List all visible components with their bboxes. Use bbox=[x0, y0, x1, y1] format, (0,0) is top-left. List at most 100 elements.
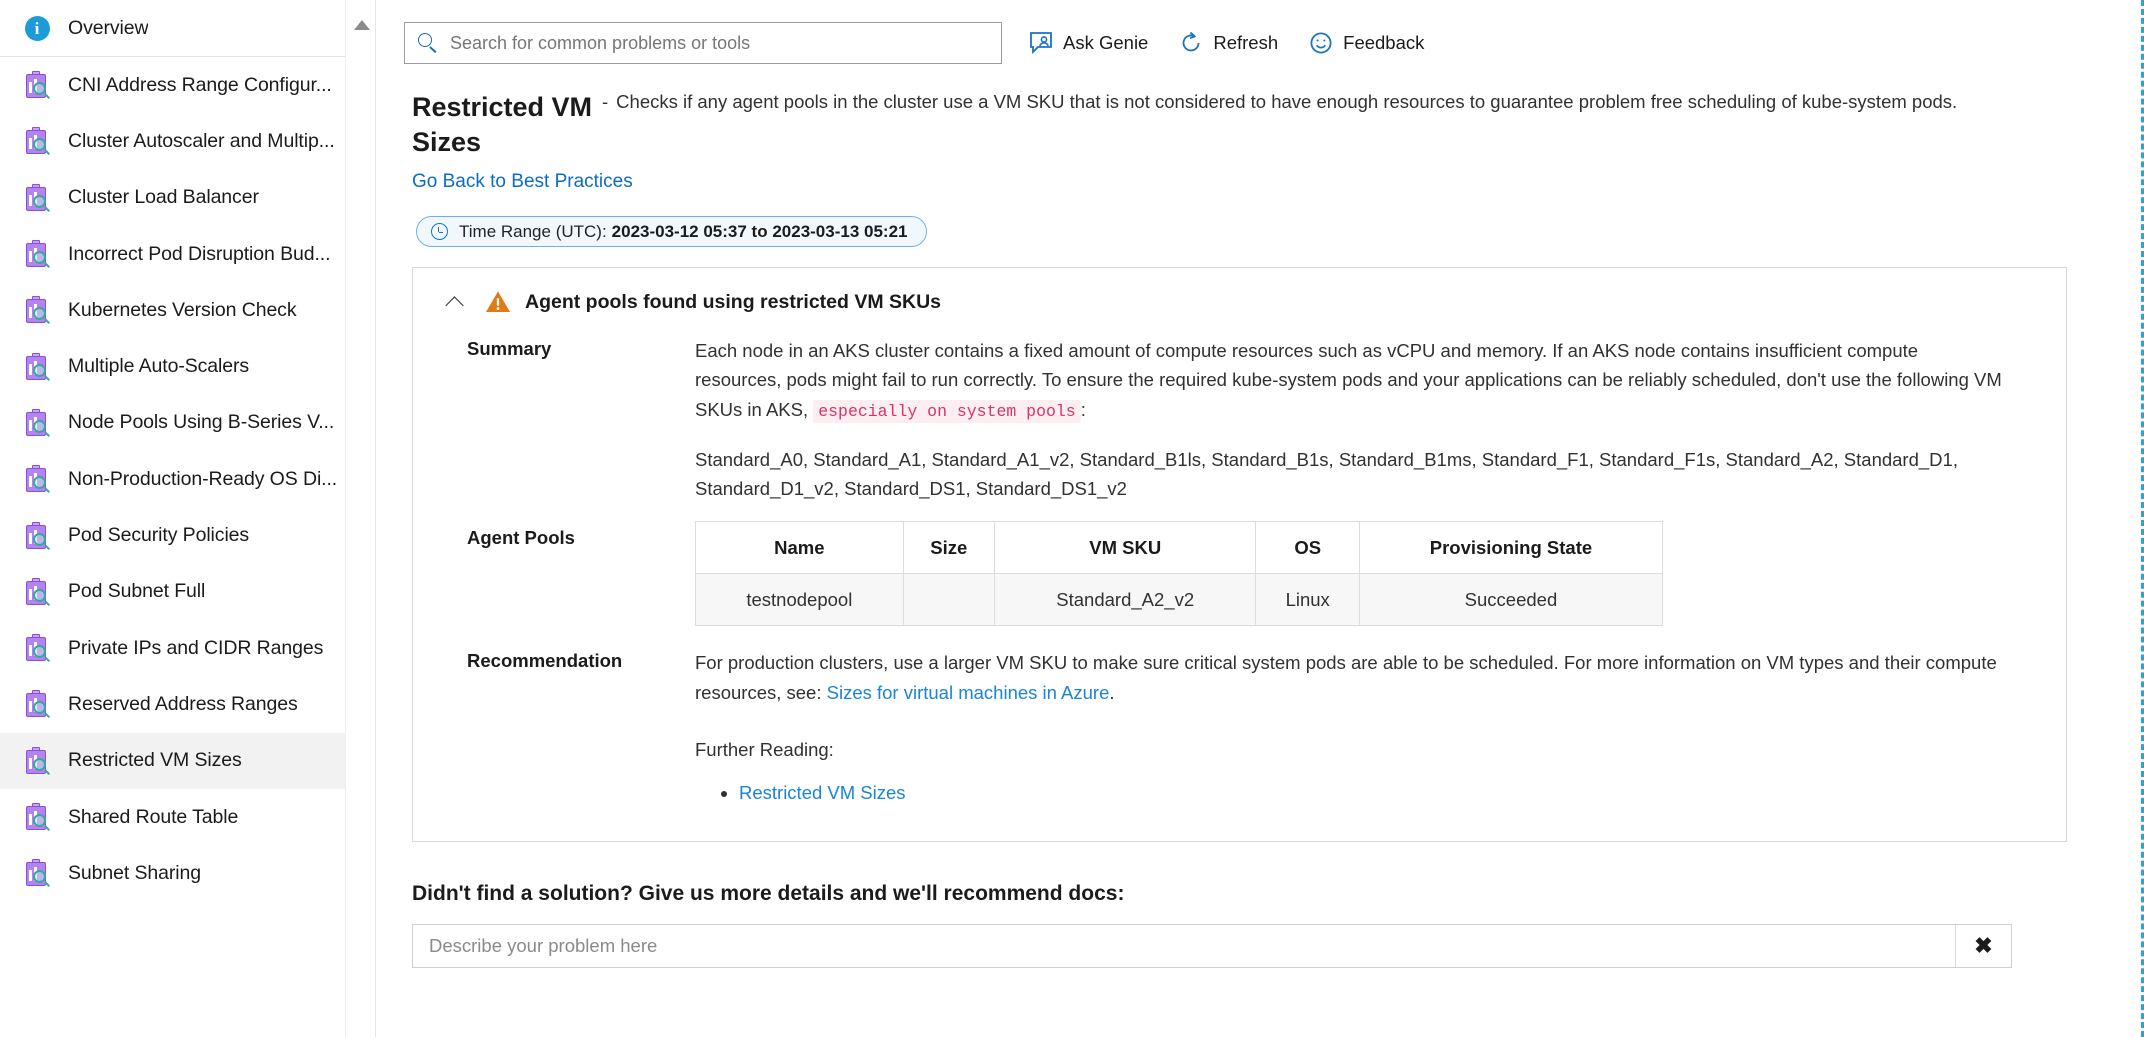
clipboard-search-icon bbox=[22, 746, 52, 776]
sidebar-item-non-production-ready-os-di[interactable]: Non-Production-Ready OS Di... bbox=[0, 451, 375, 507]
clipboard-search-icon bbox=[22, 633, 52, 663]
clipboard-search-icon bbox=[22, 239, 52, 269]
recommendation-body: For production clusters, use a larger VM… bbox=[695, 648, 2025, 807]
vm-sizes-link[interactable]: Sizes for virtual machines in Azure bbox=[827, 682, 1110, 703]
problem-input-wrapper[interactable]: ✖ bbox=[412, 924, 2012, 968]
table-column-header: VM SKU bbox=[994, 522, 1256, 574]
sidebar-scrollbar[interactable] bbox=[345, 0, 375, 1037]
feedback-label: Feedback bbox=[1343, 32, 1424, 54]
detector-header: Restricted VM Sizes -Checks if any agent… bbox=[412, 68, 2105, 159]
sidebar-item-label: Incorrect Pod Disruption Bud... bbox=[68, 243, 330, 266]
sidebar-item-cni-address-range-configur[interactable]: CNI Address Range Configur... bbox=[0, 57, 375, 113]
close-icon[interactable]: ✖ bbox=[1955, 925, 2011, 967]
time-range-label: Time Range (UTC): bbox=[459, 222, 607, 242]
sidebar-item-multiple-auto-scalers[interactable]: Multiple Auto-Scalers bbox=[0, 338, 375, 394]
clipboard-search-icon bbox=[22, 802, 52, 832]
app-root: i Overview CNI Address Range Configur...… bbox=[0, 0, 2144, 1037]
further-reading-link[interactable]: Restricted VM Sizes bbox=[739, 782, 906, 803]
detector-result-card: Agent pools found using restricted VM SK… bbox=[412, 267, 2067, 842]
restricted-sku-list: Standard_A0, Standard_A1, Standard_A1_v2… bbox=[695, 445, 2003, 503]
summary-row: Summary Each node in an AKS cluster cont… bbox=[413, 336, 2066, 503]
sidebar-item-subnet-sharing[interactable]: Subnet Sharing bbox=[0, 845, 375, 901]
sidebar-item-incorrect-pod-disruption-bud[interactable]: Incorrect Pod Disruption Bud... bbox=[0, 226, 375, 282]
chat-person-icon bbox=[1028, 30, 1054, 56]
sidebar-item-node-pools-using-b-series-v[interactable]: Node Pools Using B-Series V... bbox=[0, 395, 375, 451]
toolbar: Ask Genie Refresh bbox=[376, 0, 2141, 68]
sidebar-item-label: CNI Address Range Configur... bbox=[68, 74, 332, 97]
sidebar-item-label: Non-Production-Ready OS Di... bbox=[68, 468, 337, 491]
go-back-link[interactable]: Go Back to Best Practices bbox=[412, 171, 633, 193]
search-box[interactable] bbox=[404, 22, 1002, 64]
agent-pools-table: NameSizeVM SKUOSProvisioning State testn… bbox=[695, 521, 1663, 626]
ask-genie-button[interactable]: Ask Genie bbox=[1024, 22, 1152, 64]
page-title: Restricted VM Sizes bbox=[412, 86, 594, 159]
chevron-up-icon[interactable] bbox=[445, 291, 467, 313]
search-icon bbox=[417, 32, 439, 54]
sidebar-item-cluster-autoscaler-and-multip[interactable]: Cluster Autoscaler and Multip... bbox=[0, 113, 375, 169]
sidebar-item-shared-route-table[interactable]: Shared Route Table bbox=[0, 789, 375, 845]
agent-pools-row: Agent Pools NameSizeVM SKUOSProvisioning… bbox=[413, 525, 2066, 626]
scroll-up-arrow-icon[interactable] bbox=[354, 20, 370, 30]
sidebar-item-label: Pod Security Policies bbox=[68, 524, 249, 547]
table-column-header: Provisioning State bbox=[1359, 522, 1662, 574]
summary-body: Each node in an AKS cluster contains a f… bbox=[695, 336, 2025, 503]
clipboard-search-icon bbox=[22, 521, 52, 551]
table-column-header: Size bbox=[903, 522, 994, 574]
smiley-icon bbox=[1308, 30, 1334, 56]
sidebar-item-overview[interactable]: i Overview bbox=[0, 0, 375, 56]
clipboard-search-icon bbox=[22, 689, 52, 719]
ask-genie-label: Ask Genie bbox=[1063, 32, 1148, 54]
search-input[interactable] bbox=[450, 33, 989, 54]
summary-colon: : bbox=[1081, 399, 1086, 420]
sidebar-item-reserved-address-ranges[interactable]: Reserved Address Ranges bbox=[0, 676, 375, 732]
table-column-header: OS bbox=[1256, 522, 1359, 574]
sidebar-item-label: Node Pools Using B-Series V... bbox=[68, 411, 334, 434]
table-cell: Standard_A2_v2 bbox=[994, 574, 1256, 626]
sidebar-item-label: Cluster Autoscaler and Multip... bbox=[68, 130, 335, 153]
description-dash: - bbox=[602, 91, 608, 112]
clipboard-search-icon bbox=[22, 464, 52, 494]
table-cell: Succeeded bbox=[1359, 574, 1662, 626]
sidebar-item-label: Shared Route Table bbox=[68, 806, 238, 829]
main-panel: Ask Genie Refresh bbox=[376, 0, 2141, 1037]
sidebar: i Overview CNI Address Range Configur...… bbox=[0, 0, 376, 1037]
sidebar-item-pod-subnet-full[interactable]: Pod Subnet Full bbox=[0, 564, 375, 620]
result-card-header[interactable]: Agent pools found using restricted VM SK… bbox=[413, 290, 2066, 314]
clipboard-search-icon bbox=[22, 183, 52, 213]
time-range-badge[interactable]: Time Range (UTC): 2023-03-12 05:37 to 20… bbox=[416, 216, 927, 247]
summary-label: Summary bbox=[467, 336, 695, 503]
agent-pools-body: NameSizeVM SKUOSProvisioning State testn… bbox=[695, 525, 2025, 626]
problem-input[interactable] bbox=[413, 925, 1955, 967]
table-cell: Linux bbox=[1256, 574, 1359, 626]
sidebar-item-label: Kubernetes Version Check bbox=[68, 299, 297, 322]
table-row: testnodepool Standard_A2_v2LinuxSucceeded bbox=[696, 574, 1663, 626]
list-item: Restricted VM Sizes bbox=[739, 778, 2003, 807]
sidebar-item-label: Subnet Sharing bbox=[68, 862, 201, 885]
clipboard-search-icon bbox=[22, 352, 52, 382]
result-card-title: Agent pools found using restricted VM SK… bbox=[525, 291, 941, 314]
sidebar-item-restricted-vm-sizes[interactable]: Restricted VM Sizes bbox=[0, 733, 375, 789]
clipboard-search-icon bbox=[22, 858, 52, 888]
table-cell bbox=[903, 574, 994, 626]
refresh-icon bbox=[1178, 30, 1204, 56]
table-cell: testnodepool bbox=[696, 574, 904, 626]
feedback-button[interactable]: Feedback bbox=[1304, 22, 1428, 64]
sidebar-item-label: Reserved Address Ranges bbox=[68, 693, 298, 716]
table-column-header: Name bbox=[696, 522, 904, 574]
sidebar-item-kubernetes-version-check[interactable]: Kubernetes Version Check bbox=[0, 282, 375, 338]
clipboard-search-icon bbox=[22, 70, 52, 100]
sidebar-item-private-ips-and-cidr-ranges[interactable]: Private IPs and CIDR Ranges bbox=[0, 620, 375, 676]
sidebar-item-pod-security-policies[interactable]: Pod Security Policies bbox=[0, 507, 375, 563]
info-icon: i bbox=[22, 13, 52, 43]
recommendation-row: Recommendation For production clusters, … bbox=[413, 648, 2066, 807]
refresh-button[interactable]: Refresh bbox=[1174, 22, 1282, 64]
time-range-value: 2023-03-12 05:37 to 2023-03-13 05:21 bbox=[612, 222, 908, 242]
clipboard-search-icon bbox=[22, 126, 52, 156]
sidebar-nav-list: CNI Address Range Configur... Cluster Aut… bbox=[0, 57, 375, 901]
recommendation-label: Recommendation bbox=[467, 648, 695, 807]
detector-description: -Checks if any agent pools in the cluste… bbox=[594, 86, 1984, 159]
description-text: Checks if any agent pools in the cluster… bbox=[616, 91, 1957, 112]
sidebar-item-label: Overview bbox=[68, 17, 148, 40]
clipboard-search-icon bbox=[22, 295, 52, 325]
sidebar-item-cluster-load-balancer[interactable]: Cluster Load Balancer bbox=[0, 170, 375, 226]
